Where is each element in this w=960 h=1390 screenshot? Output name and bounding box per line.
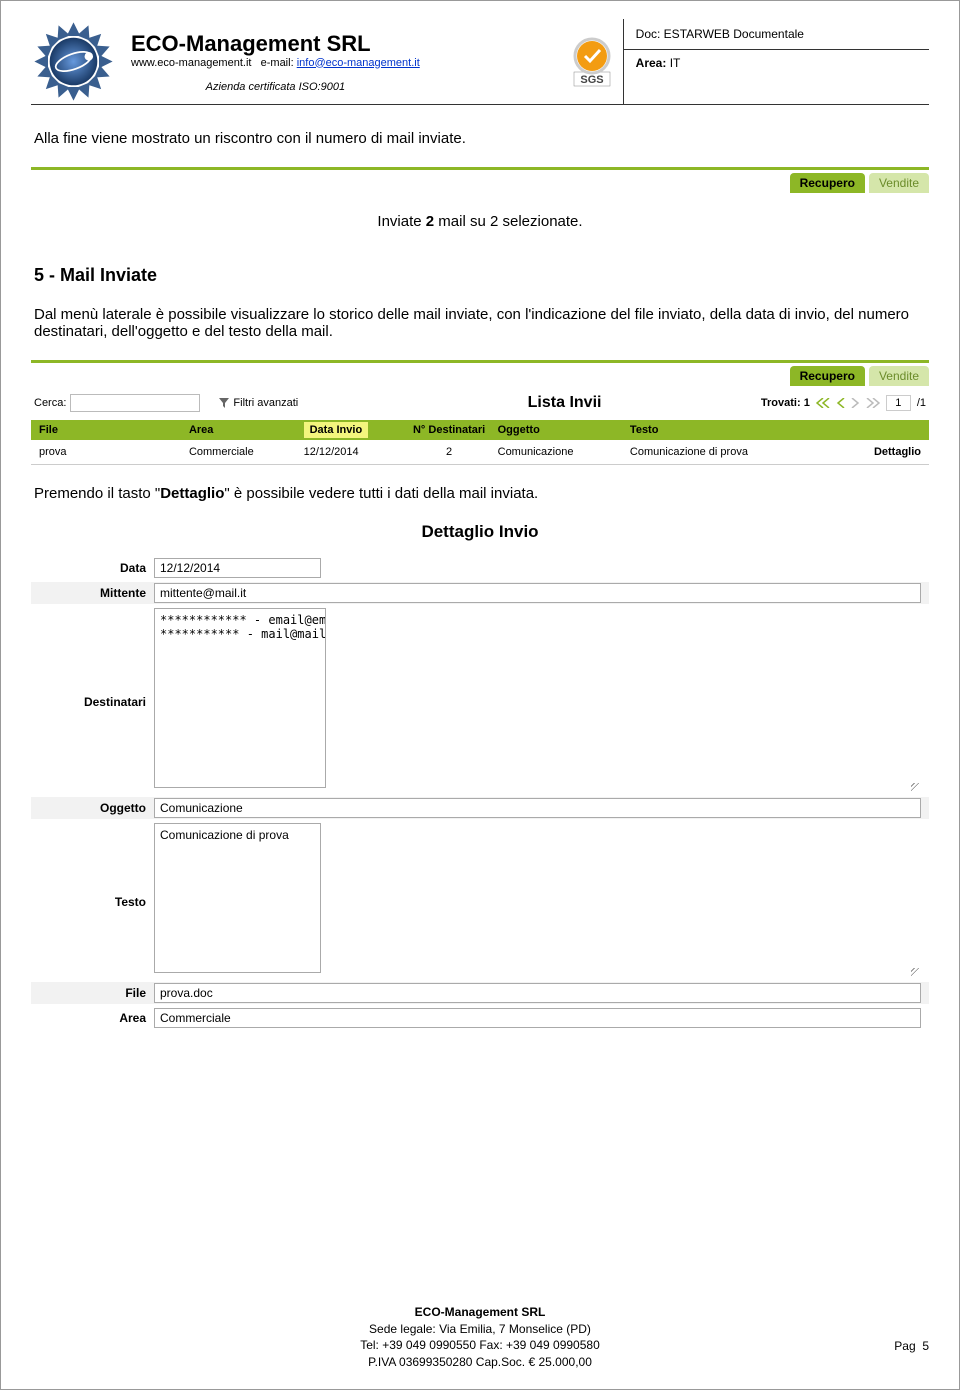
- footer-piva: P.IVA 03699350280 Cap.Soc. € 25.000,00: [368, 1355, 592, 1369]
- section-5-body: Dal menù laterale è possibile visualizza…: [34, 306, 926, 340]
- email-label: e-mail:: [261, 57, 294, 69]
- detail-row-file: File: [31, 982, 929, 1004]
- input-mittente[interactable]: [154, 583, 921, 603]
- dettaglio-text: Premendo il tasto "Dettaglio" è possibil…: [34, 485, 926, 502]
- prev-page-icon[interactable]: [836, 398, 845, 408]
- pager: Trovati: 1 1 /1: [761, 395, 926, 411]
- footer-tel: Tel: +39 049 0990550 Fax: +39 049 099058…: [360, 1338, 600, 1352]
- iso-cert: Azienda certificata ISO:9001: [131, 81, 420, 93]
- cell-testo: Comunicazione di prova: [630, 446, 842, 458]
- website-text: www.eco-management.it: [131, 57, 251, 69]
- label-mittente: Mittente: [39, 583, 154, 600]
- area-value: IT: [670, 56, 681, 70]
- inviate-message: Inviate 2 mail su 2 selezionate.: [31, 213, 929, 230]
- filter-label[interactable]: Filtri avanzati: [233, 397, 298, 409]
- trovati-label: Trovati: 1: [761, 397, 810, 409]
- page-current[interactable]: 1: [886, 395, 911, 411]
- intro-text: Alla fine viene mostrato un riscontro co…: [34, 130, 926, 147]
- cell-file: prova: [39, 446, 189, 458]
- label-destinatari: Destinatari: [39, 692, 154, 709]
- tab-vendite-2[interactable]: Vendite: [869, 366, 929, 386]
- cell-ndest: 2: [401, 446, 498, 458]
- label-data: Data: [39, 558, 154, 575]
- divider-green-2: [31, 360, 929, 363]
- table-header: File Area Data Invio N° Destinatari Ogge…: [31, 420, 929, 440]
- company-contact: www.eco-management.it e-mail: info@eco-m…: [131, 57, 420, 69]
- search-input[interactable]: [70, 394, 200, 412]
- document-header: ECO-Management SRL www.eco-management.it…: [31, 19, 929, 105]
- detail-row-destinatari: Destinatari: [31, 607, 929, 794]
- tab-recupero[interactable]: Recupero: [790, 173, 865, 193]
- area-prefix: Area:: [636, 56, 667, 70]
- area-label: Area: IT: [624, 50, 929, 76]
- detail-row-data: Data: [31, 557, 929, 579]
- input-data[interactable]: [154, 558, 321, 578]
- tabs-row-2: Recupero Vendite: [31, 366, 929, 386]
- label-area: Area: [39, 1008, 154, 1025]
- cell-data: 12/12/2014: [304, 446, 401, 458]
- sgs-logo: SGS: [561, 29, 623, 94]
- footer-company: ECO-Management SRL: [415, 1305, 546, 1319]
- divider-green: [31, 167, 929, 170]
- cell-area: Commerciale: [189, 446, 304, 458]
- col-file: File: [39, 424, 189, 436]
- tabs-row: Recupero Vendite: [31, 173, 929, 193]
- search-label: Cerca:: [34, 397, 66, 409]
- detail-row-mittente: Mittente: [31, 582, 929, 604]
- col-oggetto: Oggetto: [498, 424, 630, 436]
- label-testo: Testo: [39, 892, 154, 909]
- svg-text:SGS: SGS: [580, 74, 603, 86]
- last-page-icon[interactable]: [866, 398, 880, 408]
- footer-sede: Sede legale: Via Emilia, 7 Monselice (PD…: [369, 1322, 591, 1336]
- next-page-icon[interactable]: [851, 398, 860, 408]
- tab-recupero-2[interactable]: Recupero: [790, 366, 865, 386]
- input-area[interactable]: [154, 1008, 921, 1028]
- dettaglio-link[interactable]: Dettaglio: [842, 446, 921, 458]
- company-name: ECO-Management SRL: [131, 31, 420, 57]
- page-number: Pag 5: [894, 1339, 929, 1353]
- col-testo: Testo: [630, 424, 842, 436]
- cell-oggetto: Comunicazione: [498, 446, 630, 458]
- detail-row-area: Area: [31, 1007, 929, 1029]
- textarea-destinatari[interactable]: [154, 608, 326, 788]
- label-oggetto: Oggetto: [39, 798, 154, 815]
- input-oggetto[interactable]: [154, 798, 921, 818]
- first-page-icon[interactable]: [816, 398, 830, 408]
- table-row: prova Commerciale 12/12/2014 2 Comunicaz…: [31, 440, 929, 465]
- detail-row-testo: Testo: [31, 822, 929, 979]
- input-file[interactable]: [154, 983, 921, 1003]
- list-title: Lista Invii: [298, 394, 761, 412]
- email-link[interactable]: info@eco-management.it: [297, 57, 420, 69]
- col-ndest: N° Destinatari: [401, 424, 498, 436]
- col-area: Area: [189, 424, 304, 436]
- search-row: Cerca: Filtri avanzati Lista Invii Trova…: [31, 386, 929, 420]
- section-5-title: 5 - Mail Inviate: [34, 265, 926, 286]
- detail-row-oggetto: Oggetto: [31, 797, 929, 819]
- detail-title: Dettaglio Invio: [31, 522, 929, 542]
- textarea-testo[interactable]: [154, 823, 321, 973]
- document-footer: ECO-Management SRL Sede legale: Via Emil…: [1, 1304, 959, 1371]
- doc-label: Doc: ESTARWEB Documentale: [624, 19, 929, 50]
- filter-icon: [218, 397, 230, 409]
- label-file: File: [39, 983, 154, 1000]
- tab-vendite[interactable]: Vendite: [869, 173, 929, 193]
- col-data: Data Invio: [304, 424, 401, 436]
- company-logo: [31, 19, 116, 104]
- page-total: /1: [917, 397, 926, 409]
